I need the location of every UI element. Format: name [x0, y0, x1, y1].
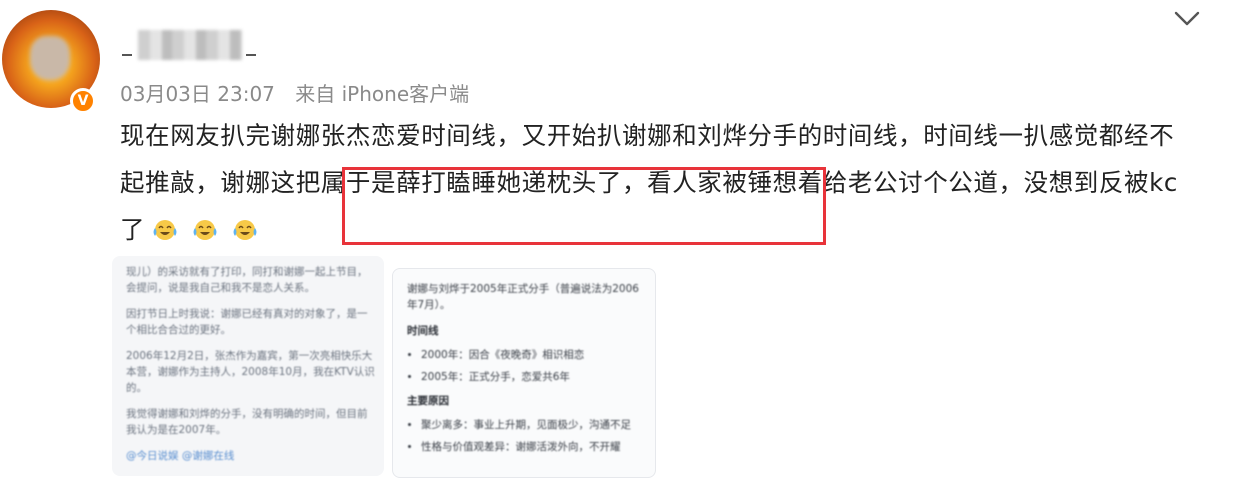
- laugh-cry-icon: [191, 210, 219, 240]
- image2-list-item: 性格与价值观差异：谢娜活泼外向，不开耀: [421, 439, 639, 455]
- image1-paragraph: 因打节日上时我说：谢娜已经有真对的对象了，是一个相比合合过的更好。: [126, 308, 368, 336]
- post-image-1[interactable]: 现儿）的采访就有了打印，同打和谢娜一起上节目，会提问，说是我自己和我不是恋人关系…: [112, 256, 384, 476]
- image2-list: 聚少离多：事业上升期，见面极少，沟通不足 性格与价值观差异：谢娜活泼外向，不开耀: [407, 417, 639, 455]
- chevron-down-icon[interactable]: [1172, 6, 1202, 32]
- image1-paragraph: 我觉得谢娜和刘烨的分手，没有明确的时间，但目前我认为是在2007年。: [126, 408, 368, 436]
- post-meta: 03月03日 23:07 来自 iPhone客户端: [120, 78, 483, 107]
- image2-section-title: 主要原因: [407, 395, 449, 407]
- avatar-face-blurred: [30, 36, 70, 80]
- image2-intro: 谢娜与刘烨于2005年正式分手（普遍说法为2006年7月）。: [407, 283, 639, 311]
- image2-list-item: 2000年：因合《夜晚奇》相识相恋: [421, 347, 639, 363]
- image2-list: 2000年：因合《夜晚奇》相识相恋 2005年：正式分手，恋爱共6年: [407, 347, 639, 385]
- verified-badge-icon: V: [70, 88, 96, 114]
- image1-paragraph: 2006年12月2日，张杰作为嘉宾，第一次亮相快乐大本营，谢娜作为主持人，200…: [126, 350, 375, 394]
- laugh-cry-icon: [151, 210, 179, 240]
- username-masked[interactable]: [122, 28, 256, 62]
- image2-section-title: 时间线: [407, 325, 439, 337]
- image2-list-item: 聚少离多：事业上升期，见面极少，沟通不足: [421, 417, 639, 433]
- image1-paragraph: 现儿）的采访就有了打印，同打和谢娜一起上节目，会提问，说是我自己和我不是恋人关系…: [126, 266, 368, 294]
- post-timestamp[interactable]: 03月03日 23:07: [120, 82, 275, 106]
- highlight-annotation-box: [342, 167, 826, 245]
- image2-list-item: 2005年：正式分手，恋爱共6年: [421, 369, 639, 385]
- post-image-2[interactable]: 谢娜与刘烨于2005年正式分手（普遍说法为2006年7月）。 时间线 2000年…: [392, 268, 656, 478]
- laugh-cry-icon: [231, 210, 259, 240]
- post-source: 来自 iPhone客户端: [295, 82, 470, 106]
- image1-link: @今日说娱 @谢娜在线: [126, 450, 235, 462]
